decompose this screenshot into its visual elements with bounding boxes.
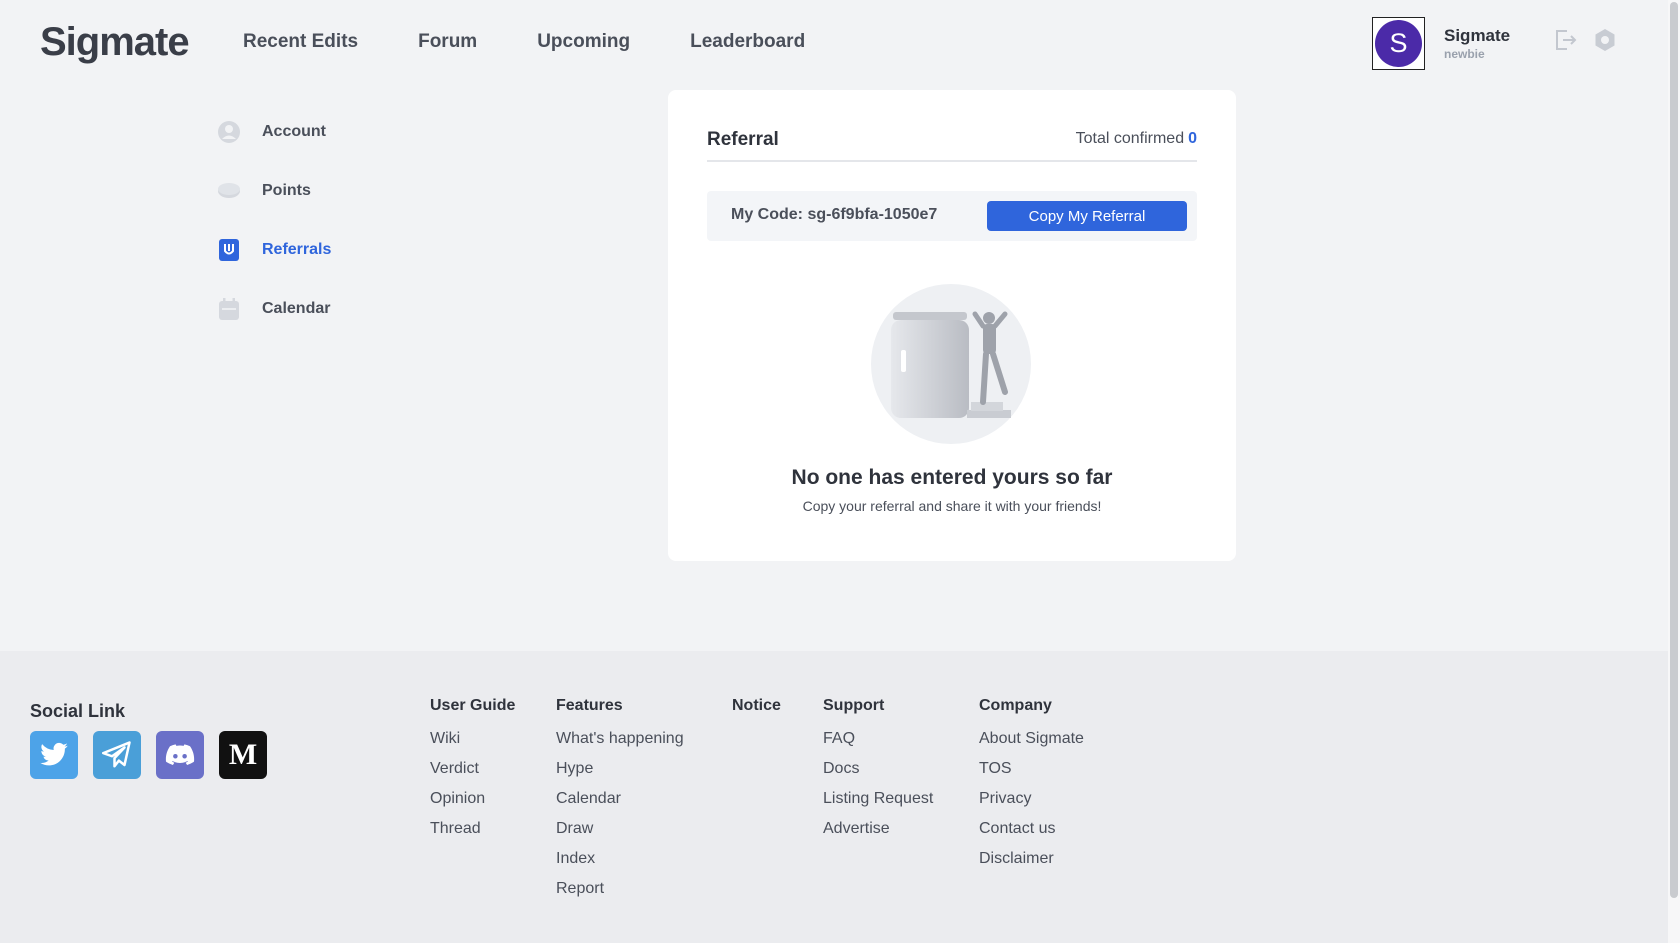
footer-link-docs[interactable]: Docs: [823, 754, 933, 784]
user-profile[interactable]: S Sigmate newbie: [1372, 17, 1510, 70]
total-confirmed: Total confirmed 0: [1076, 130, 1197, 148]
total-confirmed-label: Total confirmed: [1075, 130, 1185, 147]
settings-sidebar: Account Points Referrals Calendar: [216, 102, 331, 338]
sidebar-item-points[interactable]: Points: [216, 161, 331, 220]
scrollbar-thumb[interactable]: [1670, 2, 1678, 898]
user-role: newbie: [1444, 47, 1485, 61]
footer-col-features: Features What's happening Hype Calendar …: [556, 697, 684, 904]
main-nav: Recent Edits Forum Upcoming Leaderboard: [243, 31, 865, 53]
footer-link-calendar[interactable]: Calendar: [556, 784, 684, 814]
footer-link-opinion[interactable]: Opinion: [430, 784, 515, 814]
avatar-frame[interactable]: S: [1372, 17, 1425, 70]
footer-col-user-guide: User Guide Wiki Verdict Opinion Thread: [430, 697, 515, 844]
footer-link-report[interactable]: Report: [556, 874, 684, 904]
footer-link-advertise[interactable]: Advertise: [823, 814, 933, 844]
footer-link-disclaimer[interactable]: Disclaimer: [979, 844, 1084, 874]
footer-link-hype[interactable]: Hype: [556, 754, 684, 784]
card-title: Referral: [707, 129, 779, 150]
sigmate-logo[interactable]: Sigmate: [40, 20, 190, 65]
sidebar-item-label: Points: [262, 181, 311, 199]
sidebar-item-label: Calendar: [262, 299, 331, 317]
calendar-icon: [216, 296, 242, 322]
referral-icon: [216, 237, 242, 263]
logout-icon[interactable]: [1552, 27, 1578, 53]
site-footer: Social Link M User Guide Wiki Verdict Op…: [0, 651, 1668, 943]
footer-link-draw[interactable]: Draw: [556, 814, 684, 844]
empty-jar-illustration: [871, 284, 1031, 444]
footer-col-company: Company About Sigmate TOS Privacy Contac…: [979, 697, 1084, 874]
footer-link-about[interactable]: About Sigmate: [979, 724, 1084, 754]
footer-col-title: Company: [979, 697, 1052, 714]
referral-code-box: My Code: sg-6f9bfa-1050e7 Copy My Referr…: [707, 191, 1197, 241]
sidebar-item-calendar[interactable]: Calendar: [216, 279, 331, 338]
social-title: Social Link: [30, 701, 126, 721]
footer-col-title: User Guide: [430, 697, 516, 714]
footer-link-listing-request[interactable]: Listing Request: [823, 784, 933, 814]
empty-state-subtitle: Copy your referral and share it with you…: [802, 498, 1102, 514]
social-links: M: [30, 731, 282, 779]
nav-upcoming[interactable]: Upcoming: [537, 31, 630, 53]
footer-link-wiki[interactable]: Wiki: [430, 724, 515, 754]
medium-icon[interactable]: M: [219, 731, 267, 779]
footer-link-contact[interactable]: Contact us: [979, 814, 1084, 844]
twitter-icon[interactable]: [30, 731, 78, 779]
sidebar-item-referrals[interactable]: Referrals: [216, 220, 331, 279]
footer-link-whats-happening[interactable]: What's happening: [556, 724, 684, 754]
footer-link-privacy[interactable]: Privacy: [979, 784, 1084, 814]
footer-col-title: Features: [556, 697, 623, 714]
card-header: Referral Total confirmed 0: [707, 129, 1197, 162]
footer-col-title: Support: [823, 697, 885, 714]
footer-col-notice: Notice: [732, 697, 781, 724]
footer-link-index[interactable]: Index: [556, 844, 684, 874]
coin-icon: [216, 178, 242, 204]
user-name: Sigmate: [1444, 26, 1511, 45]
nav-leaderboard[interactable]: Leaderboard: [690, 31, 805, 53]
telegram-icon[interactable]: [93, 731, 141, 779]
nav-forum[interactable]: Forum: [418, 31, 477, 53]
footer-link-thread[interactable]: Thread: [430, 814, 515, 844]
user-icon: [216, 119, 242, 145]
footer-col-support: Support FAQ Docs Listing Request Adverti…: [823, 697, 933, 844]
settings-icon[interactable]: [1592, 27, 1618, 53]
avatar[interactable]: S: [1375, 20, 1422, 67]
nav-recent-edits[interactable]: Recent Edits: [243, 31, 358, 53]
sidebar-item-label: Referrals: [262, 240, 332, 258]
discord-icon[interactable]: [156, 731, 204, 779]
footer-col-title[interactable]: Notice: [732, 697, 781, 715]
total-confirmed-count: 0: [1188, 130, 1197, 147]
top-header: Sigmate Recent Edits Forum Upcoming Lead…: [0, 0, 1668, 88]
sidebar-item-label: Account: [262, 122, 326, 140]
empty-state-title: No one has entered yours so far: [791, 466, 1113, 489]
sidebar-item-account[interactable]: Account: [216, 102, 331, 161]
referral-code: My Code: sg-6f9bfa-1050e7: [731, 206, 938, 223]
referral-card: Referral Total confirmed 0 My Code: sg-6f…: [668, 90, 1236, 561]
user-meta: Sigmate newbie: [1444, 26, 1510, 61]
footer-link-verdict[interactable]: Verdict: [430, 754, 515, 784]
page-scrollbar[interactable]: [1668, 0, 1680, 943]
footer-link-tos[interactable]: TOS: [979, 754, 1084, 784]
footer-link-faq[interactable]: FAQ: [823, 724, 933, 754]
copy-referral-button[interactable]: Copy My Referral: [987, 201, 1187, 231]
